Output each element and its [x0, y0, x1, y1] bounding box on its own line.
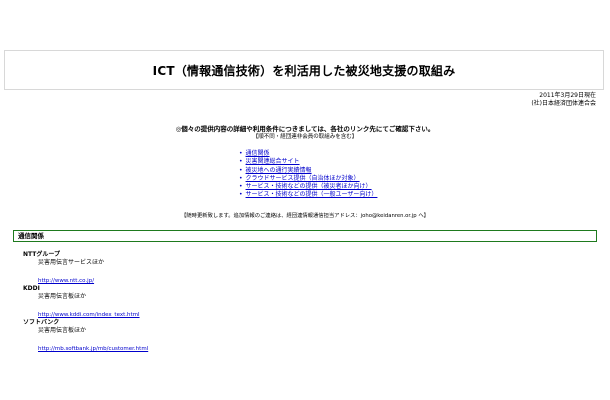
section-title: 通信関係: [18, 232, 44, 240]
toc-item[interactable]: サービス・技術などの提供（一般ユーザー向け）: [239, 191, 378, 199]
page-title: ICT（情報通信技術）を利活用した被災地支援の取組み: [152, 63, 456, 78]
carrier-service: 災害用伝言板ほか: [38, 327, 87, 334]
carrier-entry-softbank: ソフトバンク 災害用伝言板ほか http://mb.softbank.jp/mb…: [23, 319, 148, 354]
carrier-name: ソフトバンク: [23, 319, 60, 326]
carrier-entry-kddi: KDDI 災害用伝言板ほか http://www.kddi.com/index_…: [23, 285, 140, 320]
carrier-entry-ntt: NTTグループ 災害用伝言サービスほか http://www.ntt.co.jp…: [23, 251, 104, 286]
carrier-service: 災害用伝言サービスほか: [38, 259, 105, 266]
toc-link-services-general[interactable]: サービス・技術などの提供（一般ユーザー向け）: [246, 191, 378, 198]
title-banner: ICT（情報通信技術）を利活用した被災地支援の取組み: [4, 50, 604, 90]
toc-item[interactable]: 災害関連総合サイト: [239, 158, 377, 166]
toc-item[interactable]: 被災地への通行実績情報: [239, 167, 377, 175]
toc-link-traffic-info[interactable]: 被災地への通行実績情報: [246, 167, 312, 174]
page: ICT（情報通信技術）を利活用した被災地支援の取組み 2011年3月29日現在 …: [0, 0, 610, 400]
toc-item[interactable]: クラウドサービス提供（自治体ほか対象）: [239, 175, 377, 183]
date-text: 2011年3月29日現在: [539, 92, 596, 99]
carrier-service: 災害用伝言板ほか: [38, 293, 87, 300]
carrier-url-link[interactable]: http://mb.softbank.jp/mb/customer.html: [38, 346, 148, 352]
carrier-url-link[interactable]: http://www.kddi.com/index_text.html: [38, 312, 140, 318]
organization-text: (社)日本経済団体連合会: [531, 100, 596, 107]
section-header: 通信関係: [13, 230, 597, 242]
toc-link-communications[interactable]: 通信関係: [246, 150, 270, 157]
dateline: 2011年3月29日現在 (社)日本経済団体連合会: [531, 92, 596, 108]
toc-link-cloud-services[interactable]: クラウドサービス提供（自治体ほか対象）: [246, 175, 360, 182]
toc-link-disaster-portal[interactable]: 災害関連総合サイト: [246, 158, 300, 165]
table-of-contents: 通信関係 災害関連総合サイト 被災地への通行実績情報 クラウドサービス提供（自治…: [239, 150, 378, 200]
carrier-url-link[interactable]: http://www.ntt.co.jp/: [38, 278, 94, 284]
notice-subtext: 【順不同・経団連非会員の取組みを含む】: [252, 134, 358, 140]
toc-link-services-victims[interactable]: サービス・技術などの提供（被災者ほか向け）: [246, 183, 372, 190]
carrier-name: NTTグループ: [23, 251, 60, 258]
update-note: 【随時更新致します。追加情報のご連絡は、経団連情報通信担当アドレス：joho@k…: [181, 213, 429, 219]
carrier-name: KDDI: [23, 285, 40, 292]
